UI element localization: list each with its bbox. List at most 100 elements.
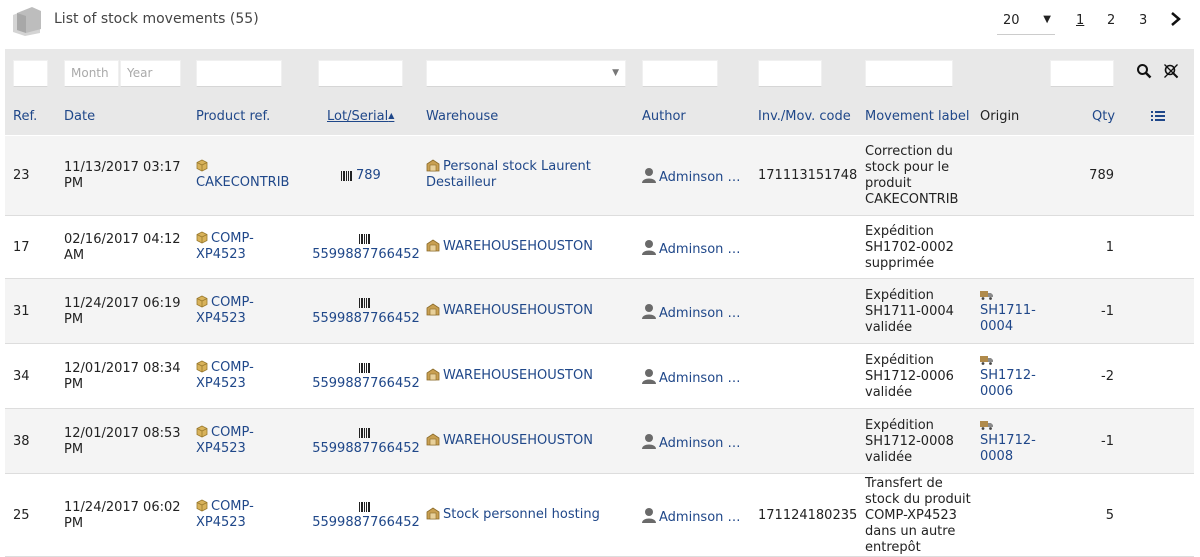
table-row: 25 11/24/2017 06:02 PM COMP- XP4523 5599887… <box>5 474 1194 557</box>
column-header-product[interactable]: Product ref. <box>196 109 270 124</box>
date-line: 11/24/2017 06:02 <box>64 499 181 515</box>
product-box-icon <box>196 360 208 372</box>
column-header-date[interactable]: Date <box>64 109 95 124</box>
filter-year-input[interactable]: Year <box>120 60 181 87</box>
table-row: 34 12/01/2017 08:34 PM COMP- XP4523 5599887… <box>5 344 1194 409</box>
cell-warehouse[interactable]: WAREHOUSEHOUSTON <box>426 303 626 319</box>
filter-lot-input[interactable] <box>318 60 403 87</box>
cell-lot-serial[interactable]: 789 <box>341 168 381 184</box>
product-ref-part: XP4523 <box>196 514 246 530</box>
warehouse-line: WAREHOUSEHOUSTON <box>426 433 626 449</box>
filter-code-input[interactable] <box>758 60 822 87</box>
table-row: 31 11/24/2017 06:19 PM COMP- XP4523 5599887… <box>5 279 1194 344</box>
column-header-code[interactable]: Inv./Mov. code <box>758 109 851 124</box>
cell-lot-serial[interactable]: 5599887766452 <box>311 499 421 531</box>
cell-origin[interactable]: SH1712- 0008 <box>980 417 1050 465</box>
filter-warehouse-select[interactable]: ▼ <box>426 60 626 87</box>
table-row: 38 12/01/2017 08:53 PM COMP- XP4523 5599887… <box>5 409 1194 474</box>
product-box-icon <box>196 499 208 511</box>
cell-product-ref[interactable]: COMP- XP4523 <box>196 499 276 531</box>
date-line: 11/13/2017 03:17 <box>64 160 181 175</box>
date-line: PM <box>64 441 84 457</box>
user-icon <box>642 168 656 183</box>
lot-number: 5599887766452 <box>312 310 420 326</box>
cell-product-ref[interactable]: COMP- XP4523 <box>196 295 276 327</box>
label-line: entrepôt <box>865 539 921 555</box>
product-ref-part: COMP- <box>211 424 254 440</box>
cell-warehouse[interactable]: WAREHOUSEHOUSTON <box>426 239 626 255</box>
cell-lot-serial[interactable]: 5599887766452 <box>311 231 421 263</box>
cell-qty: 5 <box>1105 507 1114 523</box>
lot-number: 5599887766452 <box>312 246 420 262</box>
column-header-lot-label: Lot/Serial <box>327 109 389 124</box>
cell-author[interactable]: Adminson … <box>642 303 748 322</box>
label-line: Transfert de <box>865 475 943 491</box>
column-header-ref[interactable]: Ref. <box>13 109 37 124</box>
user-icon <box>642 433 656 449</box>
cell-ref: 34 <box>13 368 30 384</box>
cell-product-ref[interactable]: COMP- XP4523 <box>196 231 276 263</box>
user-icon <box>642 239 656 255</box>
origin-ref-part: 0008 <box>980 448 1014 464</box>
filter-qty-input[interactable] <box>1050 60 1114 87</box>
cell-author[interactable]: Adminson … <box>642 239 748 258</box>
cell-product-ref[interactable]: COMP- XP4523 <box>196 360 276 392</box>
filter-author-input[interactable] <box>642 60 718 87</box>
page-size-select[interactable]: 20 ▼ <box>997 9 1055 35</box>
pagination-page-3[interactable]: 3 <box>1139 13 1147 28</box>
cell-origin[interactable]: SH1712- 0006 <box>980 352 1050 400</box>
cell-lot-serial[interactable]: 5599887766452 <box>311 295 421 327</box>
filter-header-bar: Month Year ▼ Ref. Date Product ref. Lot/… <box>5 49 1194 135</box>
clear-filter-icon[interactable] <box>1163 63 1179 79</box>
cell-warehouse[interactable]: WAREHOUSEHOUSTON <box>426 368 626 384</box>
cell-author[interactable]: Adminson … <box>642 167 748 186</box>
cell-qty: -1 <box>1101 433 1114 449</box>
product-box-icon <box>196 425 208 437</box>
cell-warehouse[interactable]: WAREHOUSEHOUSTON <box>426 433 626 449</box>
product-line <box>196 159 276 175</box>
warehouse-name: WAREHOUSEHOUSTON <box>443 432 593 448</box>
column-header-author[interactable]: Author <box>642 109 686 124</box>
column-header-warehouse[interactable]: Warehouse <box>426 109 498 124</box>
cell-product-ref[interactable]: COMP- XP4523 <box>196 425 276 457</box>
column-header-qty[interactable]: Qty <box>1092 109 1115 124</box>
cell-lot-serial[interactable]: 5599887766452 <box>311 360 421 392</box>
cell-author[interactable]: Adminson … <box>642 433 748 452</box>
author-name: Adminson … <box>659 170 741 185</box>
origin-ref-part: SH1712- <box>980 432 1036 448</box>
cell-warehouse[interactable]: Stock personnel hosting <box>426 507 626 523</box>
author-name: Adminson … <box>659 509 741 525</box>
label-line: validée <box>865 449 913 465</box>
filter-product-input[interactable] <box>196 60 282 87</box>
date-line: PM <box>64 515 84 531</box>
cell-author[interactable]: Adminson … <box>642 507 748 526</box>
pagination-page-2[interactable]: 2 <box>1107 13 1115 28</box>
origin-ref-part: SH1711- <box>980 302 1036 318</box>
search-icon[interactable] <box>1136 63 1152 79</box>
label-line: validée <box>865 319 913 335</box>
cell-ref: 17 <box>13 239 30 255</box>
filter-month-input[interactable]: Month <box>64 60 119 87</box>
lot-number: 5599887766452 <box>312 440 420 456</box>
barcode-icon <box>341 171 352 181</box>
column-header-label[interactable]: Movement label <box>865 109 969 124</box>
label-line: supprimée <box>865 255 935 271</box>
cell-product-ref[interactable]: CAKECONTRIB <box>196 159 289 191</box>
label-line: dans un autre <box>865 523 956 539</box>
cell-origin[interactable]: SH1711- 0004 <box>980 287 1050 335</box>
product-ref-part: XP4523 <box>196 440 246 456</box>
author-name: Adminson … <box>659 241 741 257</box>
cell-warehouse[interactable]: Personal stock Laurent Destailleur <box>426 159 626 191</box>
cell-lot-serial[interactable]: 5599887766452 <box>311 425 421 457</box>
author-name: Adminson … <box>659 305 741 321</box>
date-line: 11/24/2017 06:19 <box>64 295 181 311</box>
column-header-lot[interactable]: Lot/Serial▲ <box>327 109 394 124</box>
warehouse-icon <box>426 239 440 251</box>
chevron-right-icon[interactable] <box>1169 11 1183 27</box>
filter-ref-input[interactable] <box>13 60 48 87</box>
filter-label-input[interactable] <box>865 60 953 87</box>
stock-movement-list-icon <box>13 7 41 36</box>
column-list-icon[interactable] <box>1151 110 1165 122</box>
cell-author[interactable]: Adminson … <box>642 368 748 387</box>
pagination-page-1[interactable]: 1 <box>1076 13 1084 28</box>
